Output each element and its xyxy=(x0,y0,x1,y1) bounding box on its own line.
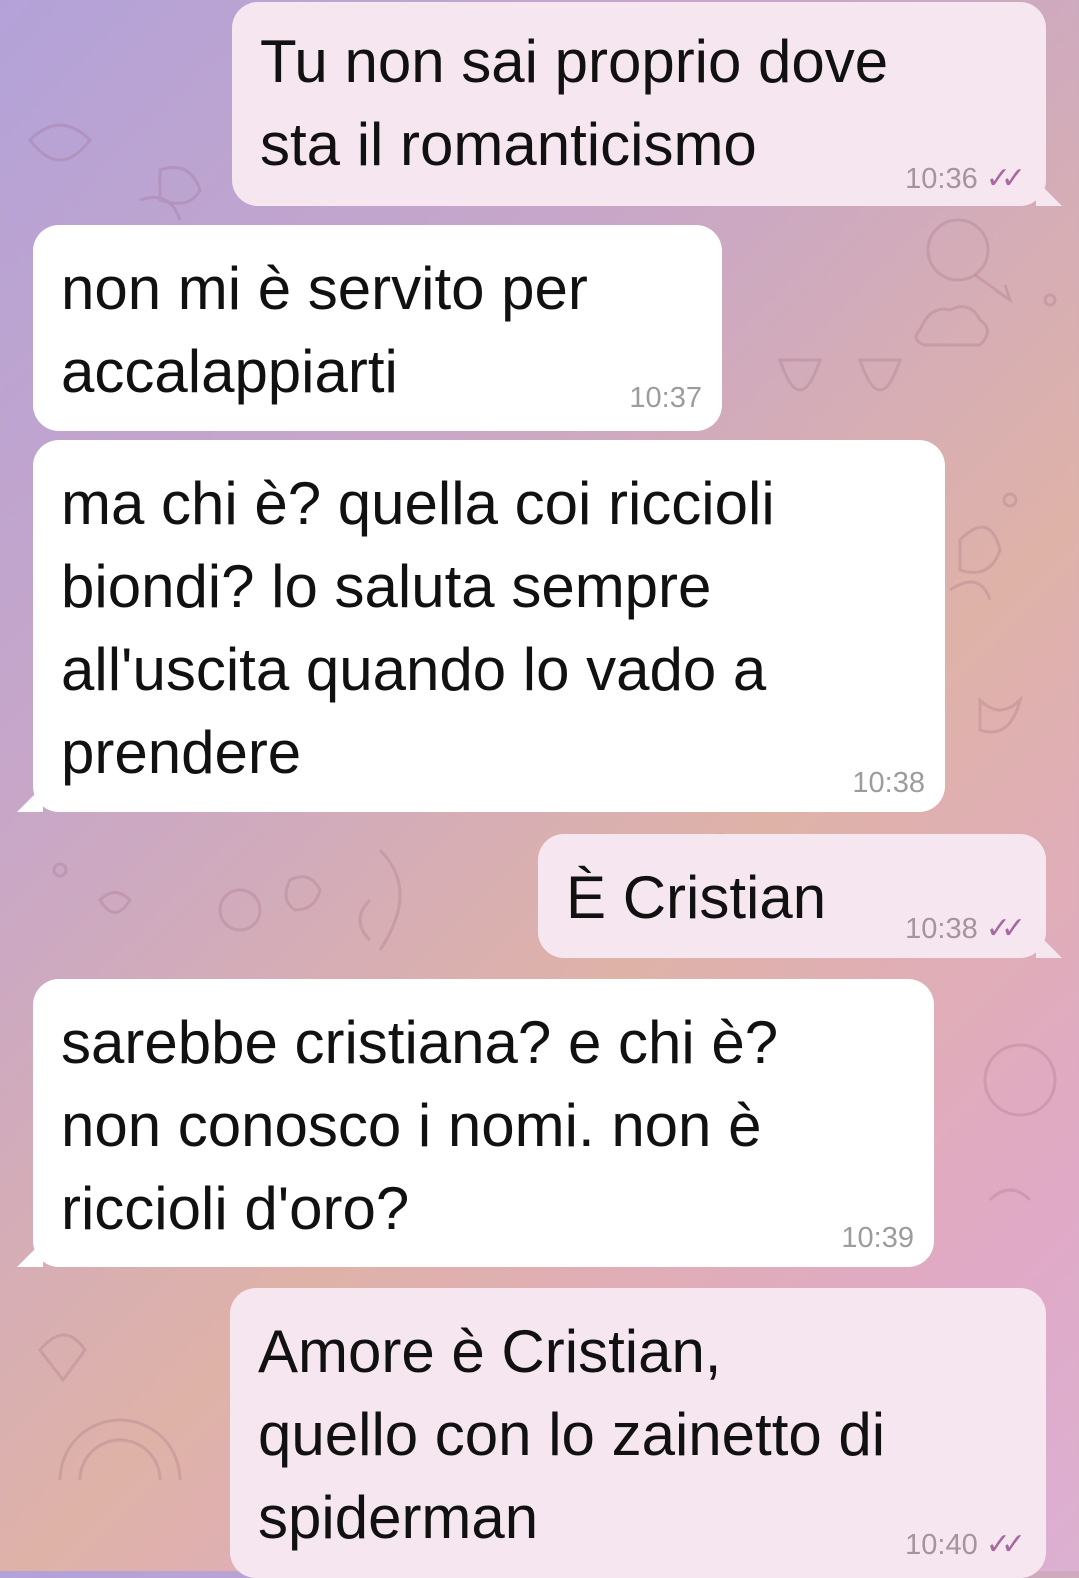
message-meta: 10:38 xyxy=(852,766,925,800)
message-bubble-incoming[interactable]: sarebbe cristiana? e chi è? non conosco … xyxy=(17,979,934,1267)
message-time: 10:40 xyxy=(905,1529,978,1561)
message-time: 10:36 xyxy=(905,163,978,195)
message-time: 10:39 xyxy=(841,1222,914,1254)
message-text: Amore è Cristian, quello con lo zainetto… xyxy=(258,1318,886,1551)
message-bubble-outgoing[interactable]: È Cristian 10:38 ✓✓ xyxy=(538,834,1062,958)
message-bubble-incoming[interactable]: non mi è servito per accalappiarti 10:37 xyxy=(33,225,722,431)
double-check-icon: ✓✓ xyxy=(985,912,1026,945)
message-time: 10:38 xyxy=(905,913,978,945)
message-bubble-outgoing[interactable]: Tu non sai proprio dove sta il romantici… xyxy=(232,2,1062,206)
message-text: Tu non sai proprio dove sta il romantici… xyxy=(260,28,889,178)
message-text: È Cristian xyxy=(566,864,827,931)
message-bubble-incoming[interactable]: ma chi è? quella coi riccioli biondi? lo… xyxy=(17,440,945,812)
message-meta: 10:37 xyxy=(629,381,702,415)
message-time: 10:38 xyxy=(852,767,925,799)
message-time: 10:37 xyxy=(629,382,702,414)
double-check-icon: ✓✓ xyxy=(985,162,1026,195)
message-text: non mi è servito per accalappiarti xyxy=(61,255,588,405)
message-meta: 10:39 xyxy=(841,1221,914,1255)
message-bubble-outgoing[interactable]: Amore è Cristian, quello con lo zainetto… xyxy=(230,1288,1046,1578)
message-text: sarebbe cristiana? e chi è? non conosco … xyxy=(61,1009,779,1242)
message-meta: 10:36 ✓✓ xyxy=(905,162,1026,196)
double-check-icon: ✓✓ xyxy=(985,1528,1026,1561)
message-text: ma chi è? quella coi riccioli biondi? lo… xyxy=(61,470,775,786)
message-meta: 10:40 ✓✓ xyxy=(905,1528,1026,1562)
message-meta: 10:38 ✓✓ xyxy=(905,912,1026,946)
